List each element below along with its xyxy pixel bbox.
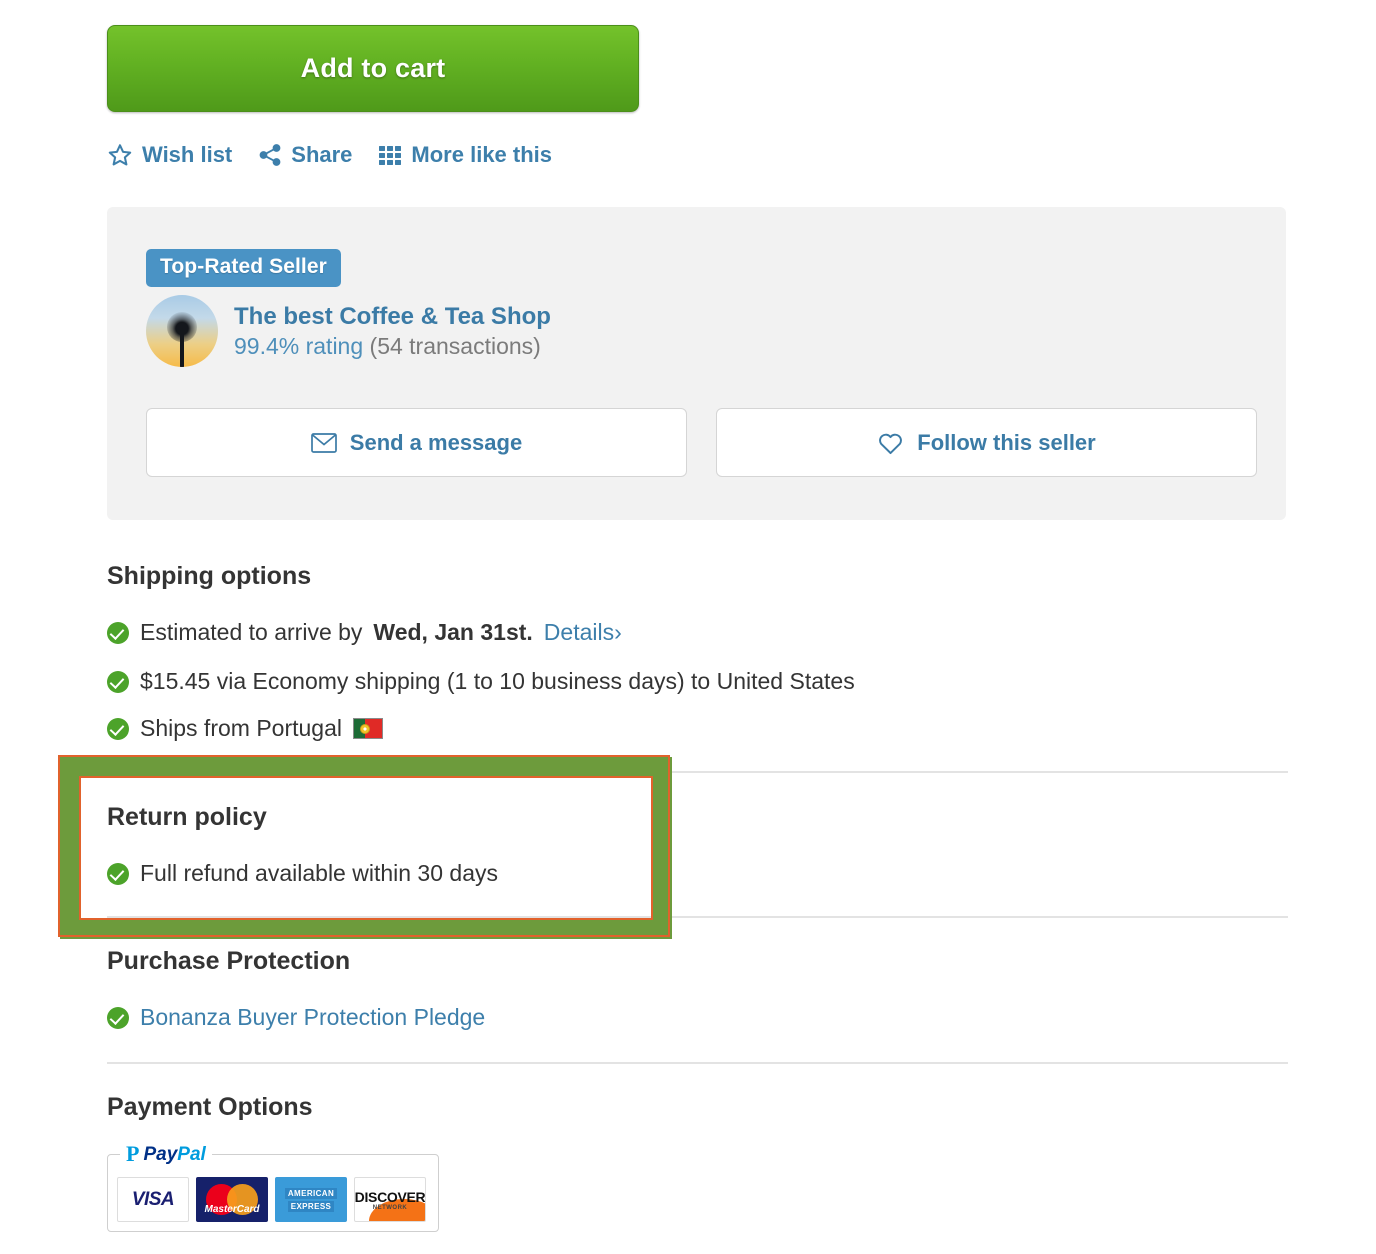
seller-identity: The best Coffee & Tea Shop 99.4% rating … [146,295,551,367]
send-a-message-label: Send a message [349,429,523,455]
share-label: Share [291,142,353,167]
amex-label-line1: AMERICAN [284,1187,338,1199]
amex-label-line2: EXPRESS [287,1200,335,1212]
check-icon [107,862,129,885]
shipping-eta-prefix: Estimated to arrive by [140,619,363,645]
more-like-this-label: More like this [411,142,553,167]
portugal-flag-icon [352,718,383,739]
discover-card-icon: DISCOVER NETWORK [354,1177,426,1222]
purchase-protection-title: Purchase Protection [107,947,351,975]
wish-list-label: Wish list [142,142,233,167]
seller-rating: 99.4% rating (54 transactions) [234,333,551,360]
shipping-eta-date: Wed, Jan 31st. [373,619,533,645]
follow-this-seller-button[interactable]: Follow this seller [716,408,1257,477]
divider [107,916,1288,918]
check-icon [107,1006,129,1029]
shipping-details-link[interactable]: Details› [544,619,622,646]
shipping-origin-row: Ships from Portugal [107,715,383,742]
return-policy-label: Full refund available within 30 days [140,860,498,886]
paypal-mark-icon: P [126,1141,140,1166]
shipping-eta-row: Estimated to arrive by Wed, Jan 31st. De… [107,619,622,646]
send-a-message-button[interactable]: Send a message [146,408,687,477]
return-policy-row: Full refund available within 30 days [107,860,498,887]
seller-transactions: (54 transactions) [369,332,541,359]
paypal-word-pal: Pal [177,1143,206,1165]
amex-card-icon: AMERICAN EXPRESS [275,1177,347,1222]
shipping-cost-label: $15.45 via Economy shipping (1 to 10 bus… [140,668,855,694]
shipping-cost-row: $15.45 via Economy shipping (1 to 10 bus… [107,668,855,695]
visa-card-icon: VISA [117,1177,189,1222]
shipping-details-label: Details [543,619,615,645]
seller-name-link[interactable]: The best Coffee & Tea Shop [234,303,551,331]
payment-options-title: Payment Options [107,1093,313,1121]
follow-this-seller-label: Follow this seller [917,429,1096,455]
payment-methods-box: P PayPal VISA MasterCard AMERICAN EXPRES… [107,1143,439,1232]
product-sidebar-panel: Add to cart Wish list Share More like th… [0,0,1376,1254]
buyer-protection-pledge-link[interactable]: Bonanza Buyer Protection Pledge [140,1004,485,1031]
more-like-this-link[interactable]: More like this [378,142,552,168]
grid-icon [378,143,402,167]
shipping-origin-label: Ships from Portugal [140,715,342,741]
star-icon [107,142,133,168]
check-icon [107,621,129,644]
seller-rating-percent: 99.4% rating [234,332,364,359]
check-icon [107,670,129,693]
dandelion-stem-icon [180,333,184,367]
visa-label: VISA [131,1188,175,1210]
purchase-protection-row: Bonanza Buyer Protection Pledge [107,1004,485,1031]
return-policy-highlight-box [58,755,672,939]
product-action-links: Wish list Share More like this [107,142,552,168]
heart-icon [877,431,904,455]
paypal-word-pay: Pay [143,1143,178,1165]
share-link[interactable]: Share [258,142,352,168]
chevron-right-icon: › [614,619,622,645]
share-icon [258,143,282,167]
check-icon [107,717,129,740]
divider [107,771,1288,773]
mastercard-card-icon: MasterCard [196,1177,268,1222]
seller-action-buttons: Send a message Follow this seller [146,408,1257,477]
discover-label-line1: DISCOVER [354,1188,426,1205]
divider [107,1062,1288,1064]
seller-info: The best Coffee & Tea Shop 99.4% rating … [234,303,551,360]
seller-avatar[interactable] [146,295,218,367]
shipping-options-title: Shipping options [107,562,312,590]
return-policy-title: Return policy [107,803,267,831]
card-logos: VISA MasterCard AMERICAN EXPRESS DISCOVE… [117,1177,426,1222]
paypal-logo: P PayPal [120,1143,212,1165]
wish-list-link[interactable]: Wish list [107,142,232,168]
seller-card: Top-Rated Seller The best Coffee & Tea S… [107,207,1286,520]
mastercard-label: MasterCard [204,1204,260,1215]
add-to-cart-button[interactable]: Add to cart [107,25,639,112]
discover-label-line2: NETWORK [372,1204,408,1211]
envelope-icon [310,432,337,453]
top-rated-seller-badge: Top-Rated Seller [146,249,341,287]
